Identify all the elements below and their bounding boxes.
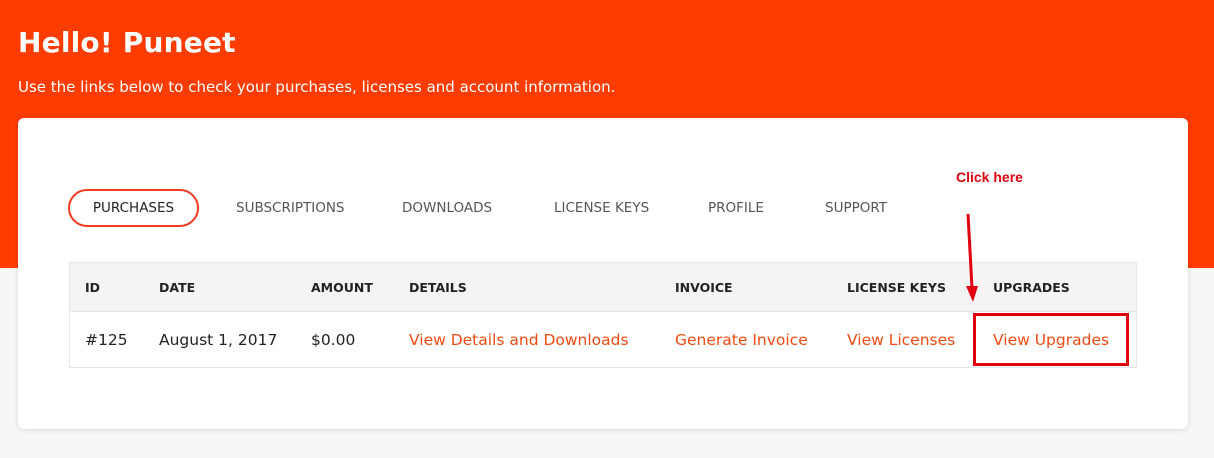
tab-support[interactable]: SUPPORT (825, 189, 887, 227)
header-invoice: INVOICE (675, 280, 733, 295)
greeting-subtitle: Use the links below to check your purcha… (18, 78, 616, 96)
header-date: DATE (159, 280, 196, 295)
cell-id: #125 (85, 331, 128, 349)
generate-invoice-link[interactable]: Generate Invoice (675, 312, 808, 368)
account-card: PURCHASES SUBSCRIPTIONS DOWNLOADS LICENS… (18, 118, 1188, 429)
view-details-link[interactable]: View Details and Downloads (409, 312, 629, 368)
cell-date: August 1, 2017 (159, 331, 278, 349)
greeting-title: Hello! Puneet (18, 26, 236, 59)
upgrades-highlight-box (973, 313, 1129, 366)
click-here-annotation: Click here (956, 169, 1023, 185)
tab-profile[interactable]: PROFILE (708, 189, 764, 227)
view-licenses-link[interactable]: View Licenses (847, 312, 955, 368)
annotation-arrow-icon (966, 213, 978, 302)
header-id: ID (85, 280, 101, 295)
header-upgrades: UPGRADES (993, 280, 1070, 295)
header-license-keys: LICENSE KEYS (847, 280, 946, 295)
header-details: DETAILS (409, 280, 467, 295)
cell-amount: $0.00 (311, 331, 356, 349)
tab-subscriptions[interactable]: SUBSCRIPTIONS (236, 189, 345, 227)
tab-purchases[interactable]: PURCHASES (68, 189, 199, 227)
tab-downloads[interactable]: DOWNLOADS (402, 189, 492, 227)
header-amount: AMOUNT (311, 280, 373, 295)
tab-license-keys[interactable]: LICENSE KEYS (554, 189, 649, 227)
